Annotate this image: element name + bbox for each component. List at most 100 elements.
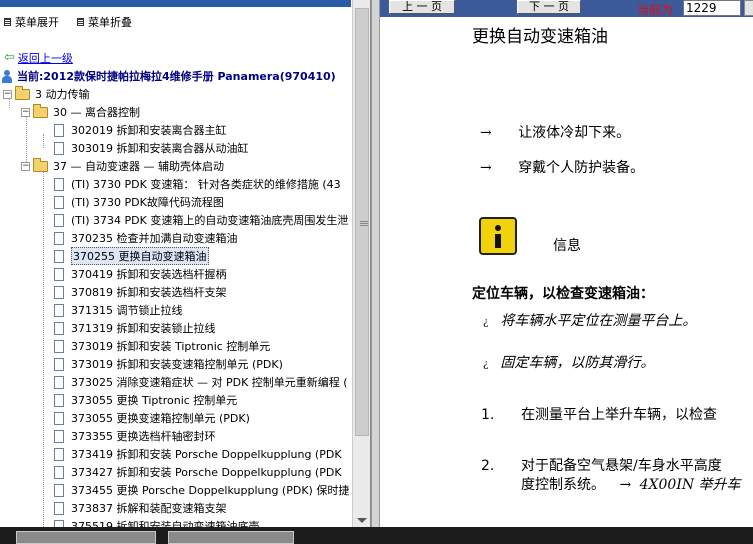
tree-item-label: (TI) 3730 PDK 变速箱： 针对各类症状的维修措施 (43 (71, 178, 341, 191)
tree-item-label: 303019 拆卸和安装离合器从动油缸 (71, 142, 249, 155)
person-icon (2, 69, 13, 83)
cross-reference-link[interactable]: 4X00IN 举升车 (640, 477, 741, 493)
menu-collapse-button[interactable]: 菜单折叠 (77, 14, 132, 30)
panel-splitter[interactable] (371, 0, 380, 527)
folder-icon (15, 85, 30, 100)
document-icon (54, 393, 64, 407)
prev-page-button[interactable]: 上 一 页 (389, 0, 455, 14)
tree-item[interactable]: (TI) 3730 PDK故障代码流程图 (54, 193, 224, 211)
tree-item-label: 373837 拆解和装配变速箱支架 (71, 502, 227, 515)
tree-item[interactable]: 370235 检查并加满自动变速箱油 (54, 229, 238, 247)
tree-item[interactable]: 373455 更换 Porsche Doppelkupplung (PDK) 保… (54, 481, 349, 499)
folder-icon (33, 157, 48, 172)
document-icon (54, 195, 64, 209)
instruction-step: → 让液体冷却下来。 (480, 122, 630, 142)
section-heading: 定位车辆，以检查变速箱油： (472, 286, 654, 302)
page-title: 更换自动变速箱油 (472, 27, 608, 47)
tree-item[interactable]: 302019 拆卸和安装离合器主缸 (54, 121, 227, 139)
document-panel: 上 一 页 下 一 页 当前为 更换自动变速箱油 → 让液体冷却下来。 → 穿戴… (380, 0, 753, 527)
tree-item-label: 371315 调节锁止拉线 (71, 304, 183, 317)
tree-item-label: (TI) 3730 PDK故障代码流程图 (71, 196, 224, 209)
tree-item-label: (TI) 3734 PDK 变速箱上的自动变速箱油底壳周围发生泄 (71, 214, 349, 227)
bullet-mark: ¿ (483, 359, 489, 370)
collapse-icon[interactable]: − (3, 89, 12, 99)
tree-item[interactable]: 370819 拆卸和安装选档杆支架 (54, 283, 227, 301)
menu-collapse-icon (77, 18, 84, 26)
tree-item-label: 375519 拆卸和安装自动变速箱油底壳 (71, 520, 260, 527)
tree-item[interactable]: 371319 拆卸和安装锁止拉线 (54, 319, 216, 337)
tree-item-label: 373427 拆卸和安装 Porsche Doppelkupplung (PDK (71, 466, 342, 479)
tree-item-label: 373019 拆卸和安装 Tiptronic 控制单元 (71, 340, 271, 353)
current-location-label: 当前:2012款保时捷帕拉梅拉4维修手册 Panamera(970410) (17, 70, 336, 83)
document-icon (54, 303, 64, 317)
document-icon (54, 321, 64, 335)
tree-item-label: 373025 消除变速箱症状 — 对 PDK 控制单元重新编程 ( (71, 376, 348, 389)
tree-item-label-selected: 370255 更换自动变速箱油 (71, 247, 209, 265)
tree-item[interactable]: 373055 更换 Tiptronic 控制单元 (54, 391, 237, 409)
tree-item-label: 370819 拆卸和安装选档杆支架 (71, 286, 227, 299)
menu-expand-button[interactable]: 菜单展开 (4, 14, 59, 30)
document-icon (54, 357, 64, 371)
tree-item[interactable]: 373837 拆解和装配变速箱支架 (54, 499, 227, 517)
tree-item-label: 302019 拆卸和安装离合器主缸 (71, 124, 227, 137)
tree-item[interactable]: 373427 拆卸和安装 Porsche Doppelkupplung (PDK (54, 463, 342, 481)
tree-item[interactable]: 373019 拆卸和安装变速箱控制单元 (PDK) (54, 355, 283, 373)
tree-item[interactable]: 373419 拆卸和安装 Porsche Doppelkupplung (PDK (54, 445, 342, 463)
tree-item-label: 373019 拆卸和安装变速箱控制单元 (PDK) (71, 358, 283, 371)
step-text: 在测量平台上举升车辆，以检查 (521, 407, 717, 423)
left-title-bar (0, 0, 351, 7)
bottom-button[interactable] (168, 531, 294, 544)
tree-item-label: 373055 更换变速箱控制单元 (PDK) (71, 412, 250, 425)
tree-item[interactable]: 370419 拆卸和安装选档杆握柄 (54, 265, 227, 283)
tree-item[interactable]: 373025 消除变速箱症状 — 对 PDK 控制单元重新编程 ( (54, 373, 348, 391)
document-icon (54, 447, 64, 461)
tree-node-group37[interactable]: − 37 — 自动变速器 — 辅助壳体启动 (21, 157, 224, 175)
menu-expand-label: 菜单展开 (15, 16, 59, 29)
scroll-down-icon[interactable] (357, 518, 367, 523)
tree-node-label: 30 — 离合器控制 (53, 106, 140, 119)
document-icon (54, 429, 64, 443)
tree-item[interactable]: 373355 更换选档杆轴密封环 (54, 427, 216, 445)
go-page-button[interactable] (744, 0, 753, 16)
tree-node-group30[interactable]: − 30 — 离合器控制 (21, 103, 140, 121)
tree-item[interactable]: 373019 拆卸和安装 Tiptronic 控制单元 (54, 337, 270, 355)
step-number: 1. (481, 407, 495, 423)
document-icon (54, 249, 64, 263)
tree-item-label: 373055 更换 Tiptronic 控制单元 (71, 394, 238, 407)
back-arrow-icon: ⇦ (4, 50, 15, 65)
document-icon (54, 375, 64, 389)
tree-node-root[interactable]: − 3 动力传输 (3, 85, 90, 103)
document-icon (54, 501, 64, 515)
tree-item[interactable]: 371315 调节锁止拉线 (54, 301, 183, 319)
collapse-icon[interactable]: − (21, 161, 30, 171)
document-icon (54, 123, 64, 137)
tree-item[interactable]: 370255 更换自动变速箱油 (54, 247, 209, 265)
tree-item[interactable]: (TI) 3734 PDK 变速箱上的自动变速箱油底壳周围发生泄 (54, 211, 348, 229)
back-label: 返回上一级 (17, 52, 73, 65)
document-icon (54, 177, 64, 191)
document-icon (54, 483, 64, 497)
tree-node-label: 3 动力传输 (35, 88, 90, 101)
bottom-button[interactable] (16, 531, 156, 544)
document-icon (54, 141, 64, 155)
tree-item[interactable]: (TI) 3730 PDK 变速箱： 针对各类症状的维修措施 (43 (54, 175, 341, 193)
bullet-mark: ¿ (483, 317, 489, 328)
arrow-icon: → (619, 477, 632, 493)
tree-item[interactable]: 373055 更换变速箱控制单元 (PDK) (54, 409, 250, 427)
tree-item[interactable]: 303019 拆卸和安装离合器从动油缸 (54, 139, 249, 157)
tree-item[interactable]: 375519 拆卸和安装自动变速箱油底壳 (54, 517, 260, 527)
collapse-icon[interactable]: − (21, 107, 30, 117)
numbered-step: 1. 在测量平台上举升车辆，以检查 (481, 404, 717, 424)
tree-item-label: 373455 更换 Porsche Doppelkupplung (PDK) 保… (71, 484, 350, 497)
scrollbar-thumb[interactable] (355, 8, 369, 436)
menu-collapse-label: 菜单折叠 (88, 16, 132, 29)
page-number-input[interactable] (683, 0, 741, 16)
document-icon (54, 339, 64, 353)
next-page-button[interactable]: 下 一 页 (517, 0, 581, 14)
info-label: 信息 (553, 238, 581, 254)
step-text: 穿戴个人防护装备。 (518, 160, 645, 176)
step-number: 2. (481, 458, 495, 474)
tree-scrollbar[interactable] (352, 0, 370, 527)
back-link[interactable]: ⇦ 返回上一级 (4, 50, 73, 66)
folder-icon (33, 103, 48, 118)
